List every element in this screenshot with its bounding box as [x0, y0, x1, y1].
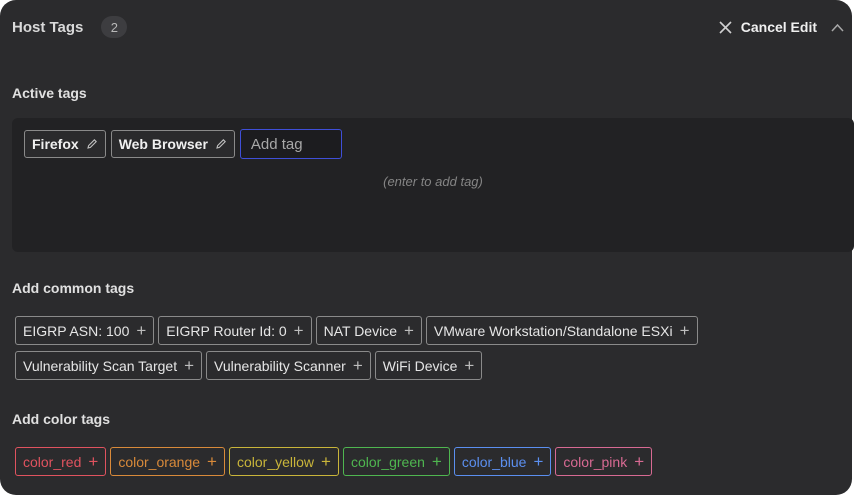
header-actions: Cancel Edit — [719, 19, 844, 35]
active-tag[interactable]: Firefox — [24, 130, 106, 158]
plus-icon: + — [533, 452, 544, 471]
color-tag-pink[interactable]: color_pink + — [555, 447, 653, 476]
active-tag-label: Web Browser — [118, 136, 208, 152]
common-tags-heading: Add common tags — [12, 280, 135, 296]
active-tags-box: Firefox Web Browser (enter to add tag) — [12, 118, 854, 252]
tag-label: Vulnerability Scan Target — [23, 357, 178, 374]
panel-header: Host Tags 2 Cancel Edit — [12, 14, 844, 40]
plus-icon: + — [136, 321, 147, 340]
plus-icon: + — [184, 356, 195, 375]
color-tag-orange[interactable]: color_orange + — [110, 447, 225, 476]
tag-label: WiFi Device — [382, 357, 458, 374]
common-tag-vuln-scanner[interactable]: Vulnerability Scanner + — [206, 351, 371, 380]
plus-icon: + — [464, 356, 475, 375]
close-icon — [719, 20, 732, 34]
plus-icon: + — [88, 452, 99, 471]
tag-label: Vulnerability Scanner — [214, 357, 346, 374]
tag-label: NAT Device — [323, 322, 397, 339]
tag-label: color_pink — [563, 453, 628, 470]
common-tag-wifi-device[interactable]: WiFi Device + — [374, 351, 483, 380]
plus-icon: + — [321, 452, 331, 471]
pencil-icon[interactable] — [86, 138, 98, 150]
add-tag-input[interactable] — [239, 129, 342, 159]
common-tag-vmware[interactable]: VMware Workstation/Standalone ESXi + — [425, 316, 698, 345]
active-tag-label: Firefox — [32, 136, 79, 152]
common-tags-row-1: EIGRP ASN: 100 + EIGRP Router Id: 0 + NAT … — [15, 316, 698, 345]
plus-icon: + — [679, 321, 690, 340]
color-tag-blue[interactable]: color_blue + — [453, 447, 552, 476]
cancel-edit-label: Cancel Edit — [740, 19, 817, 35]
color-tag-green[interactable]: color_green + — [342, 447, 450, 476]
tag-label: color_blue — [461, 453, 527, 470]
add-tag-hint: (enter to add tag) — [383, 174, 483, 189]
active-tag[interactable]: Web Browser — [110, 130, 235, 158]
tag-label: EIGRP ASN: 100 — [23, 322, 130, 339]
color-tag-red[interactable]: color_red + — [15, 447, 107, 476]
color-tag-yellow[interactable]: color_yellow + — [228, 447, 339, 476]
color-tags-row: color_red + color_orange + color_yellow + c… — [15, 447, 653, 476]
tag-label: color_orange — [118, 453, 201, 470]
common-tag-eigrp-asn[interactable]: EIGRP ASN: 100 + — [15, 316, 155, 345]
active-tags-heading: Active tags — [12, 85, 87, 101]
tag-count-badge: 2 — [101, 16, 128, 38]
chevron-up-icon[interactable] — [831, 23, 844, 32]
tag-label: EIGRP Router Id: 0 — [166, 322, 287, 339]
cancel-edit-button[interactable]: Cancel Edit — [719, 19, 817, 35]
common-tags-row-2: Vulnerability Scan Target + Vulnerability… — [15, 351, 483, 380]
plus-icon: + — [431, 452, 442, 471]
tag-label: VMware Workstation/Standalone ESXi — [433, 322, 673, 339]
plus-icon: + — [634, 452, 645, 471]
tag-label: color_red — [23, 453, 82, 470]
plus-icon: + — [403, 321, 414, 340]
pencil-icon[interactable] — [215, 138, 227, 150]
host-tags-panel: Host Tags 2 Cancel Edit Active tags Fire… — [0, 0, 854, 495]
panel-title: Host Tags — [12, 18, 84, 36]
plus-icon: + — [352, 356, 363, 375]
plus-icon: + — [293, 321, 304, 340]
color-tags-heading: Add color tags — [12, 411, 111, 427]
tag-label: color_yellow — [236, 453, 315, 470]
common-tag-eigrp-router-id[interactable]: EIGRP Router Id: 0 + — [158, 316, 312, 345]
common-tag-nat-device[interactable]: NAT Device + — [315, 316, 422, 345]
active-tag-list: Firefox Web Browser — [24, 129, 342, 159]
plus-icon: + — [207, 452, 217, 471]
common-tag-vuln-scan-target[interactable]: Vulnerability Scan Target + — [15, 351, 203, 380]
tag-label: color_green — [350, 453, 425, 470]
